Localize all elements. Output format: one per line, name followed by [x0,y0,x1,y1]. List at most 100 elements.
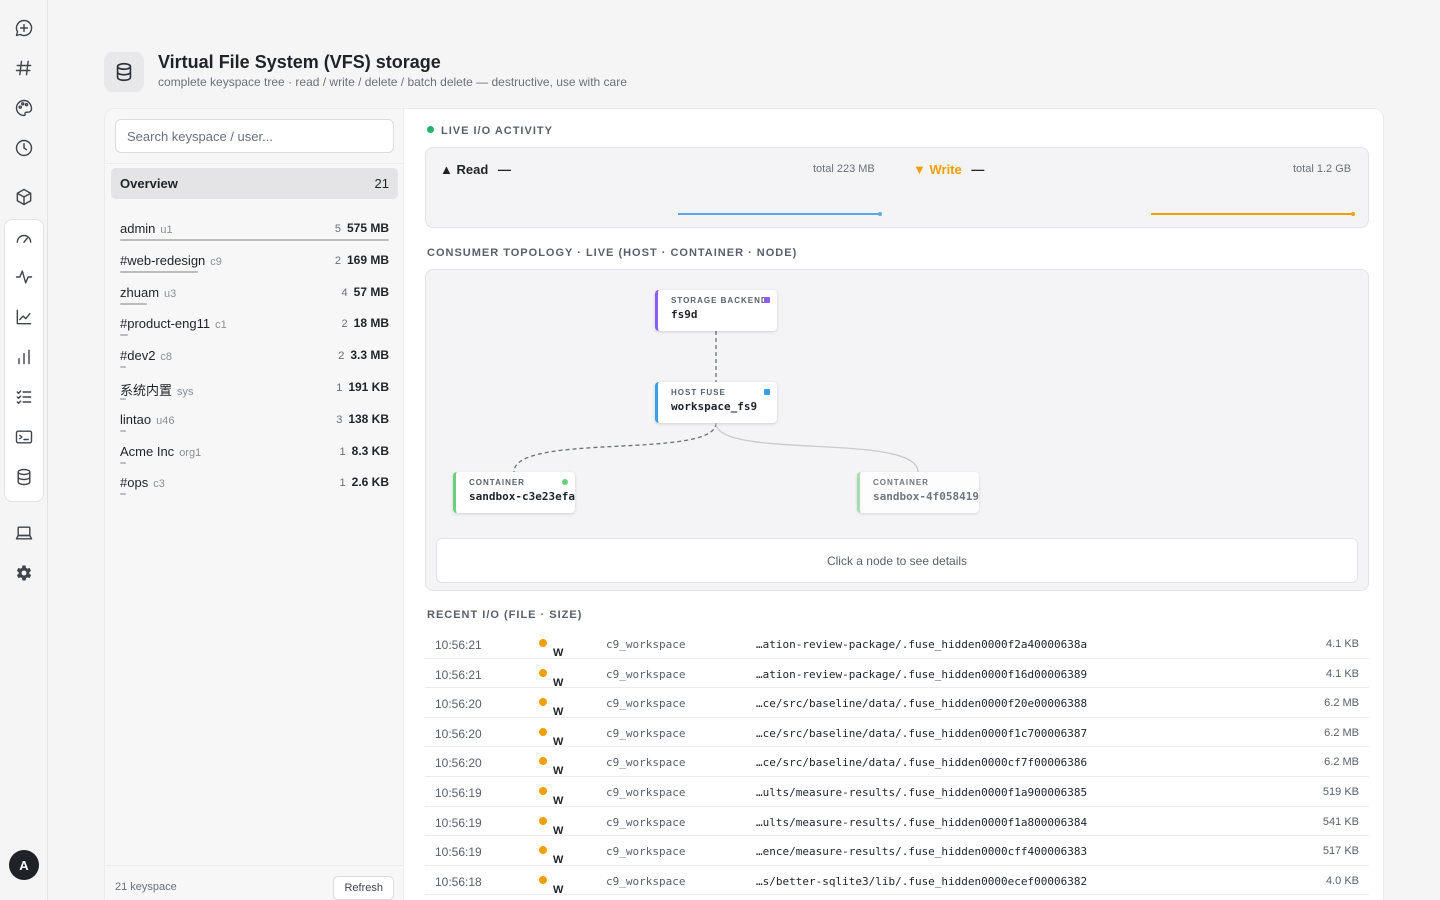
io-path: …ults/measure-results/.fuse_hidden0000f1… [756,785,1088,799]
overview-item[interactable]: Overview 21 [111,168,398,199]
keyspace-tag: c3 [153,478,165,491]
node-status-dot [764,297,770,303]
live-io-title: LIVE I/O ACTIVITY [427,125,553,137]
io-size: 519 KB [1322,785,1359,798]
keyspace-search-input[interactable] [115,119,394,153]
keyspace-size: 57 MB [353,284,389,299]
keyspace-usage-bar [120,239,389,241]
keyspace-list: admin u1 5 575 MB #web-redesign c9 2 169 MB zhua… [120,212,389,498]
write-op-dot [539,639,547,647]
node-status-dot [562,479,568,485]
keyspace-stats: 1 191 KB [336,380,389,394]
keyspace-size: 18 MB [353,316,389,331]
read-sparkline-end [878,212,882,216]
keyspace-item[interactable]: #product-eng11 c1 2 18 MB [120,307,389,339]
io-row[interactable]: 10:56:18 Wc9_workspace …s/better-sqlite3/l… [425,866,1369,896]
io-row[interactable]: 10:56:20 Wc9_workspace …ce/src/baseline/da… [425,747,1369,777]
node-status-dot [764,389,770,395]
history-icon[interactable] [8,132,40,164]
bar-chart-icon[interactable] [8,341,40,373]
keyspace-file-count: 4 [341,286,348,299]
container-node-2[interactable]: CONTAINER sandbox-4f058419 [857,472,979,513]
io-row[interactable]: 10:56:20 Wc9_workspace …ce/src/baseline/da… [425,718,1369,748]
io-workspace: c9_workspace [606,756,686,770]
write-op-dot [539,816,547,825]
vfs-card: Overview 21 adminu15575 MB#web-redesignc… [104,108,1384,900]
box-icon[interactable] [8,181,40,213]
keyspace-name: 系统内置 sys [120,382,194,398]
keyspace-name: #product-eng11 c1 [120,316,227,332]
settings-icon[interactable] [8,557,40,589]
checklist-icon[interactable] [8,381,40,413]
keyspace-item[interactable]: lintao u46 3 138 KB [120,403,389,435]
io-time: 10:56:19 [435,785,482,800]
io-row[interactable]: 10:56:20 Wc9_workspace …ce/src/baseline/da… [425,688,1369,718]
io-row[interactable]: 10:56:19 Wc9_workspace …ults/measure-resul… [425,777,1369,807]
refresh-button[interactable]: Refresh [333,876,394,900]
io-workspace: c9_workspace [606,638,686,651]
node-details-placeholder: Click a node to see details [436,538,1358,583]
keyspace-item[interactable]: zhuam u3 4 57 MB [120,276,389,308]
write-op-dot [539,786,547,795]
keyspace-size: 8.3 KB [351,443,389,458]
io-op: W [539,668,563,689]
keyspace-file-count: 2 [341,318,348,331]
io-op: W [539,786,563,807]
io-row[interactable]: 10:56:19 Wc9_workspace …ence/measure-resul… [425,836,1369,866]
io-time: 10:56:18 [435,874,482,889]
keyspace-file-count: 5 [334,223,341,235]
keyspace-item[interactable]: #dev2 c8 2 3.3 MB [120,339,389,371]
laptop-icon[interactable] [8,517,40,549]
keyspace-tag: u1 [160,224,173,236]
divider [105,163,404,164]
keyspace-item[interactable]: Acme Inc org1 1 8.3 KB [120,435,389,467]
user-avatar[interactable]: A [9,850,39,880]
keyspace-size: 575 MB [346,221,389,235]
keyspace-item[interactable]: #ops c3 1 2.6 KB [120,466,389,498]
io-size: 6.2 MB [1324,756,1359,769]
keyspace-name: zhuam u3 [120,284,177,300]
io-op: W [539,756,563,777]
keyspace-stats: 5 575 MB [335,221,389,235]
keyspace-stats: 3 138 KB [336,412,389,426]
keyspace-size: 3.3 MB [350,348,389,363]
io-op: W [539,875,563,896]
container-node-1[interactable]: CONTAINER sandbox-c3e23efa [453,472,575,513]
io-size: 541 KB [1322,815,1359,828]
keyspace-item[interactable]: 系统内置 sys 1 191 KB [120,371,389,403]
keyspace-stats: 1 8.3 KB [340,444,389,458]
new-chat-icon[interactable] [8,12,40,44]
io-row[interactable]: 10:56:21 Wc9_workspace …ation-review-packa… [425,629,1369,659]
line-chart-icon[interactable] [8,301,40,333]
terminal-icon[interactable] [8,421,40,453]
keyspace-name: #dev2 c8 [120,348,173,364]
activity-icon[interactable] [8,261,40,293]
keyspace-usage-bar [120,302,147,305]
database-icon[interactable] [8,461,40,493]
keyspace-count: 21 keyspace [115,881,177,893]
keyspace-file-count: 2 [338,350,345,363]
topology-box: STORAGE BACKEND fs9d HOST FUSE workspace… [425,269,1369,591]
io-row[interactable]: 10:56:21 Wc9_workspace …ation-review-packa… [425,659,1369,689]
keyspace-name: #web-redesign c9 [120,252,222,268]
hash-icon[interactable] [8,52,40,84]
io-time: 10:56:20 [435,697,482,712]
host-fuse-node[interactable]: HOST FUSE workspace_fs9 [655,382,777,423]
palette-icon[interactable] [8,92,40,124]
io-op: W [539,845,563,866]
io-time: 10:56:21 [435,667,482,682]
storage-backend-node[interactable]: STORAGE BACKEND fs9d [655,290,777,331]
edge-fuse-container-2 [715,422,919,473]
keyspace-usage-bar [120,429,126,432]
keyspace-item[interactable]: #web-redesign c9 2 169 MB [120,244,389,276]
keyspace-tag: org1 [179,446,202,459]
io-path: …ce/src/baseline/data/.fuse_hidden0000cf… [756,756,1088,770]
gauge-icon[interactable] [8,222,40,254]
overview-count: 21 [374,176,389,191]
io-sparklines [678,212,1355,216]
live-status-dot [427,126,434,133]
io-row[interactable]: 10:56:19 Wc9_workspace …ults/measure-resul… [425,807,1369,837]
write-op-dot [539,668,547,677]
keyspace-file-count: 2 [334,254,341,267]
keyspace-item[interactable]: admin u1 5 575 MB [120,212,389,244]
